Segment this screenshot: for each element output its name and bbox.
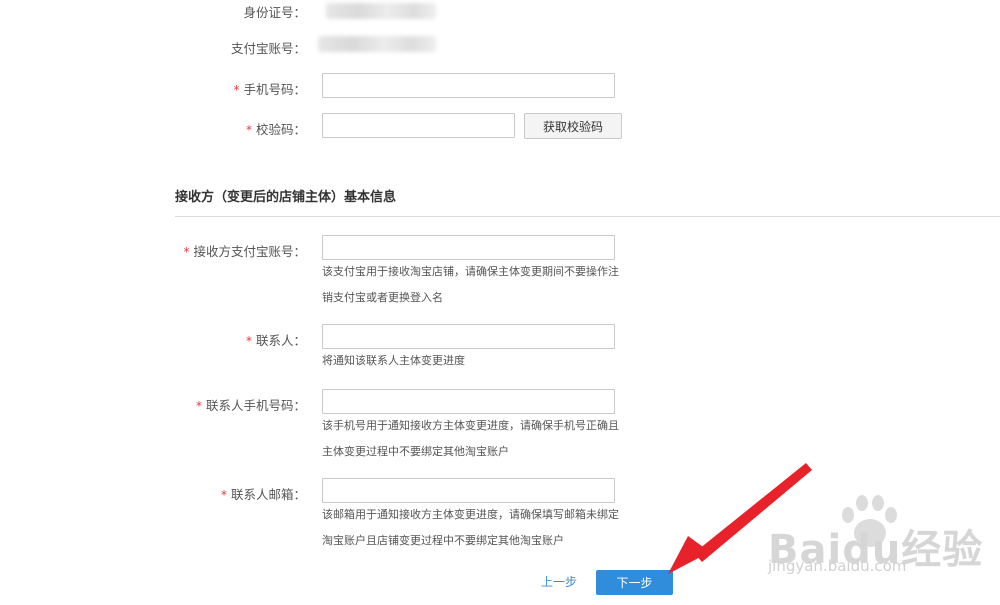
contact-hint: 将通知该联系人主体变更进度 (322, 354, 465, 367)
contact-phone-input[interactable] (322, 389, 615, 414)
required-mark: * (183, 245, 190, 259)
id-number-label: 身份证号： (243, 5, 306, 20)
contact-phone-label: * 联系人手机号码： (195, 398, 306, 413)
contact-label: * 联系人： (245, 333, 306, 348)
contact-input[interactable] (322, 324, 615, 349)
phone-input[interactable] (322, 73, 615, 98)
code-label: * 校验码： (245, 122, 306, 137)
required-mark: * (245, 123, 252, 137)
next-step-button[interactable]: 下一步 (596, 570, 673, 595)
alipay-account-value-redacted (318, 36, 436, 52)
contact-phone-hint: 该手机号用于通知接收方主体变更进度，请确保手机号正确且 主体变更过程中不要绑定其… (322, 419, 619, 458)
prev-step-link[interactable]: 上一步 (541, 573, 577, 590)
watermark-url: jingyan.baidu.com (768, 557, 907, 575)
contact-email-hint: 该邮箱用于通知接收方主体变更进度，请确保填写邮箱未绑定 淘宝账户且店铺变更过程中… (322, 508, 619, 547)
get-code-button[interactable]: 获取校验码 (524, 113, 622, 139)
phone-label: * 手机号码： (233, 82, 306, 97)
receiver-alipay-input[interactable] (322, 235, 615, 260)
alipay-account-label: 支付宝账号： (230, 41, 306, 56)
required-mark: * (245, 334, 252, 348)
required-mark: * (220, 488, 227, 502)
contact-email-label: * 联系人邮箱： (220, 487, 306, 502)
section-divider (175, 216, 1000, 217)
receiver-alipay-hint: 该支付宝用于接收淘宝店铺，请确保主体变更期间不要操作注 销支付宝或者更换登入名 (322, 265, 619, 304)
id-number-value-redacted (326, 3, 436, 19)
receiver-section-title: 接收方（变更后的店铺主体）基本信息 (175, 190, 397, 205)
required-mark: * (195, 399, 202, 413)
receiver-alipay-label: * 接收方支付宝账号： (183, 244, 306, 259)
verification-code-input[interactable] (322, 113, 515, 138)
required-mark: * (233, 83, 240, 97)
contact-email-input[interactable] (322, 478, 615, 503)
